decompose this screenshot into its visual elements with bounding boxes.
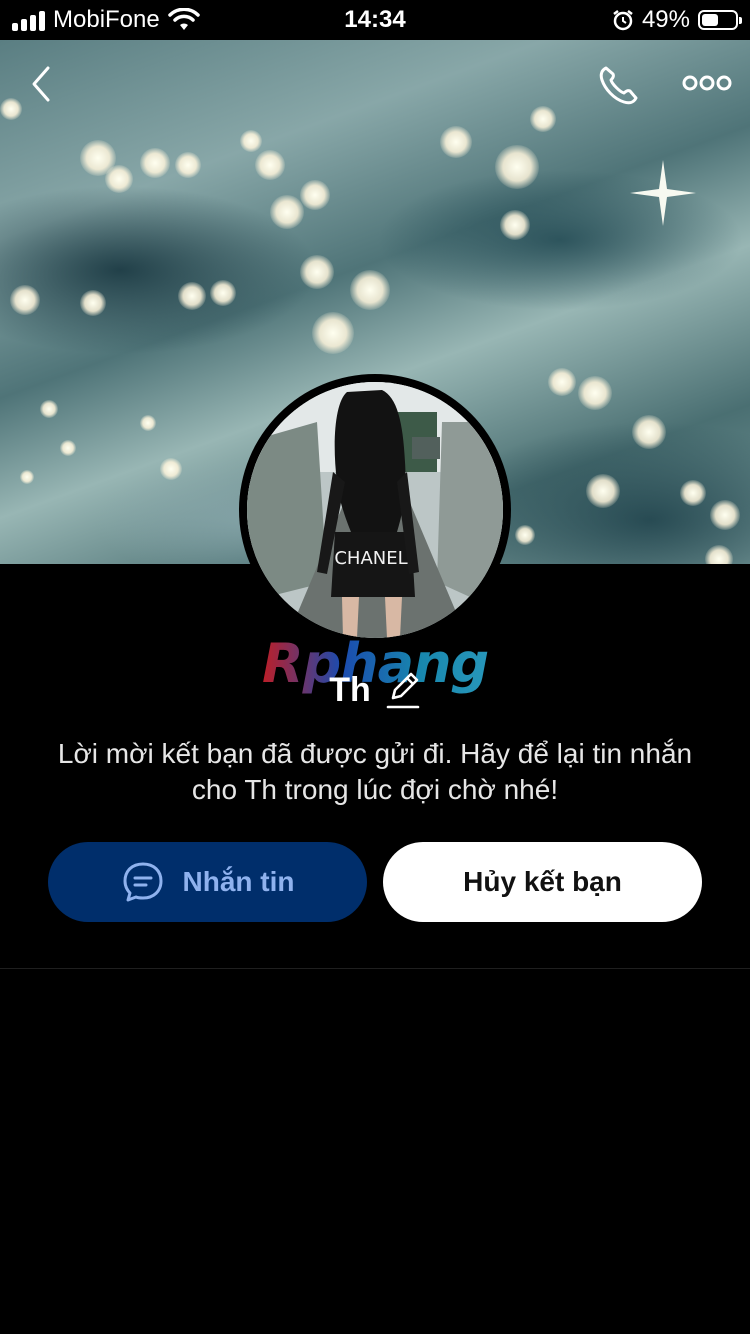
battery-percent: 49%	[641, 6, 690, 33]
send-message-button[interactable]: Nhắn tin	[48, 842, 367, 922]
status-bar-right: 49%	[612, 6, 742, 34]
avatar[interactable]: CHANEL	[239, 374, 511, 646]
alarm-icon	[613, 10, 633, 31]
phone-icon[interactable]	[596, 62, 642, 108]
chevron-left-icon[interactable]	[22, 62, 62, 106]
battery-icon	[698, 10, 742, 30]
profile-name-row: Th	[0, 662, 750, 718]
avatar-photo: CHANEL	[247, 382, 503, 638]
sparkle-decoration	[630, 160, 696, 226]
battery-level	[702, 14, 718, 26]
status-bar: MobiFone 14:34 49%	[0, 0, 750, 40]
chat-bubble-icon	[123, 862, 162, 902]
pencil-icon[interactable]	[385, 670, 421, 710]
divider	[0, 968, 750, 969]
friend-request-message: Lời mời kết bạn đã được gửi đi. Hãy để l…	[57, 738, 693, 805]
cancel-friend-request-label: Hủy kết bạn	[463, 866, 622, 897]
more-icon[interactable]	[682, 72, 732, 94]
profile-name: Th	[329, 670, 371, 709]
cancel-friend-request-button[interactable]: Hủy kết bạn	[383, 842, 702, 922]
avatar-shirt-text: CHANEL	[334, 548, 407, 569]
send-message-label: Nhắn tin	[182, 866, 295, 897]
